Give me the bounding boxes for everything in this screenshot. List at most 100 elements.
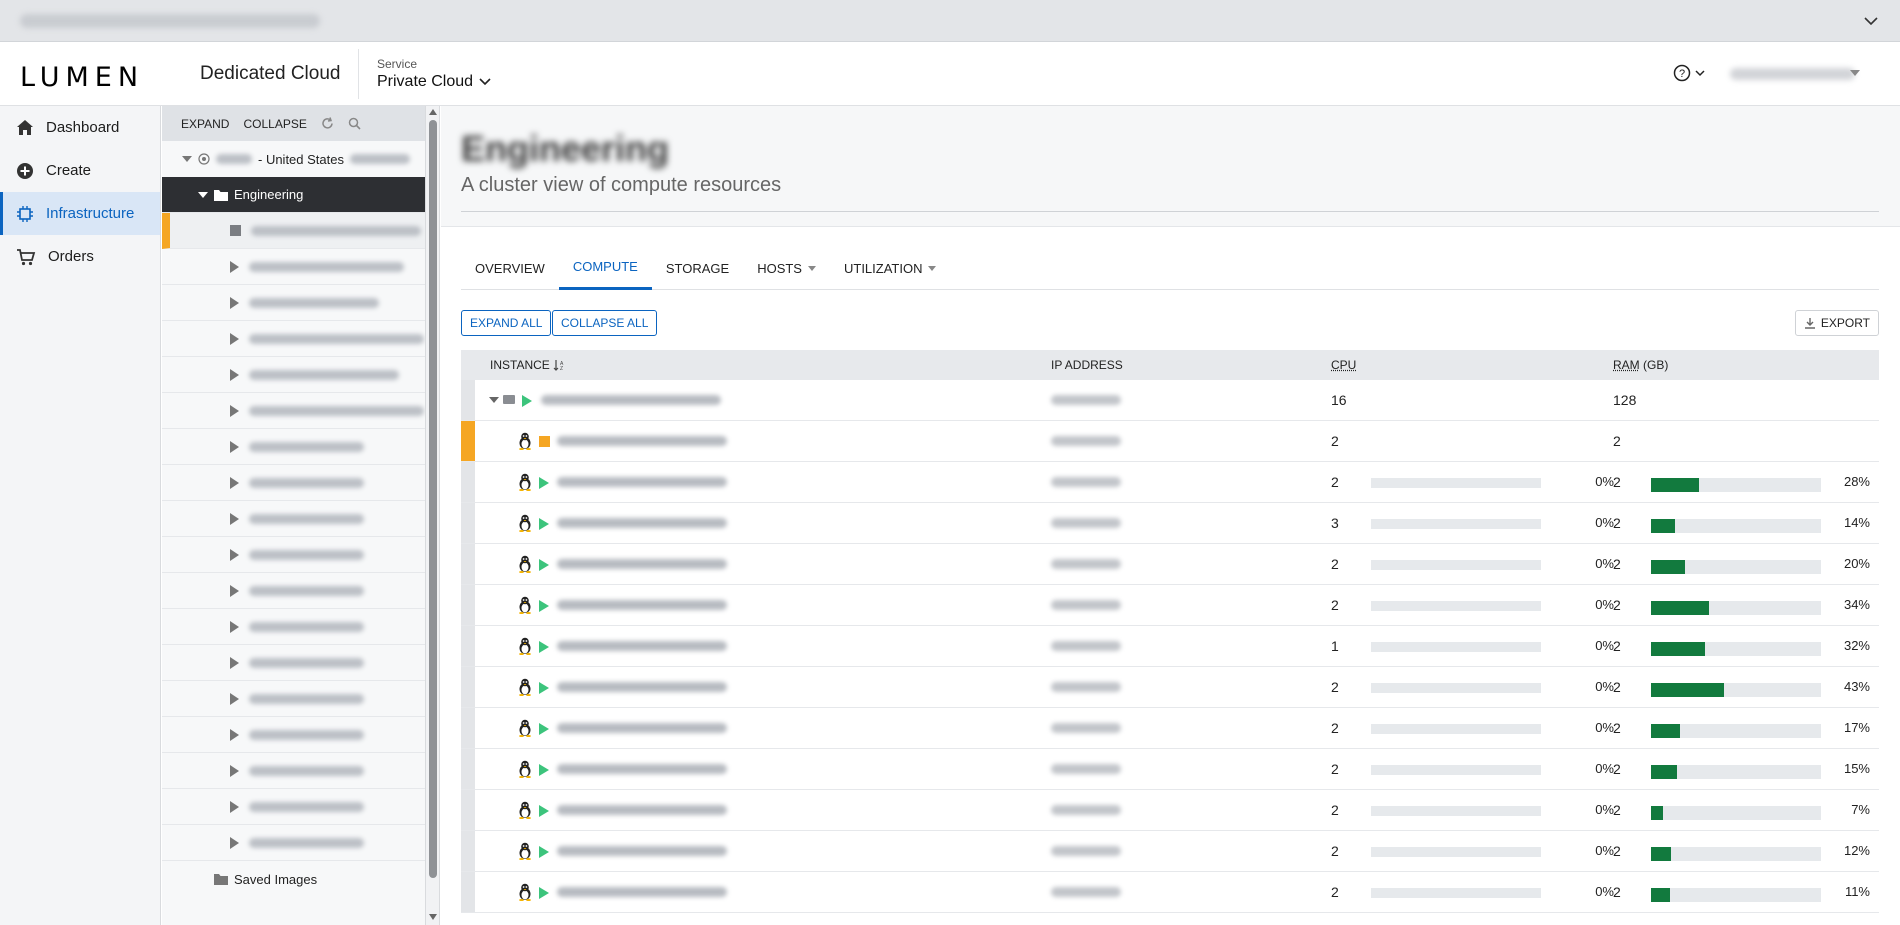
redacted-instance-name	[557, 682, 727, 692]
tab-utilization[interactable]: UTILIZATION	[830, 246, 950, 290]
tree-vm-node[interactable]	[162, 681, 425, 717]
instance-row[interactable]: 2 0% 2 20%	[461, 544, 1879, 585]
instance-row[interactable]: 2 0% 2 15%	[461, 749, 1879, 790]
tree-vm-node[interactable]	[162, 609, 425, 645]
tree-folder-engineering[interactable]: Engineering	[162, 177, 425, 213]
linux-icon	[519, 801, 531, 819]
collapse-all-button[interactable]: COLLAPSE ALL	[552, 310, 658, 336]
user-name-redacted[interactable]	[1730, 68, 1855, 80]
service-value: Private Cloud	[377, 73, 474, 90]
instance-row[interactable]: 2 0% 2 17%	[461, 708, 1879, 749]
tree-vm-node[interactable]	[162, 429, 425, 465]
instance-row[interactable]: 2 0% 2 12%	[461, 831, 1879, 872]
help-menu[interactable]: ?	[1673, 64, 1705, 82]
tree-vm-node[interactable]	[162, 393, 425, 429]
caret-down-icon	[807, 265, 816, 271]
nav-infrastructure[interactable]: Infrastructure	[0, 192, 160, 235]
redacted-instance-name	[557, 764, 727, 774]
host-row[interactable]: 16 128	[461, 380, 1879, 421]
tab-overview[interactable]: OVERVIEW	[461, 246, 559, 290]
redacted-vm-name	[249, 441, 364, 452]
tree-vm-node[interactable]	[162, 825, 425, 861]
tab-hosts[interactable]: HOSTS	[743, 246, 830, 290]
service-selector[interactable]: Service Private Cloud	[358, 49, 498, 99]
running-icon	[539, 887, 549, 899]
column-label: RAM	[1613, 358, 1640, 372]
redacted-ip	[1051, 723, 1121, 733]
tab-compute[interactable]: COMPUTE	[558, 246, 652, 290]
tree-scrollbar[interactable]	[426, 106, 440, 925]
tree-vm-node[interactable]	[162, 465, 425, 501]
tree-vm-node[interactable]	[162, 321, 425, 357]
tree-expand-button[interactable]: EXPAND	[181, 117, 229, 131]
tree-vm-node[interactable]	[162, 573, 425, 609]
chevron-down-icon[interactable]	[1864, 14, 1878, 28]
tree-vm-node[interactable]	[162, 357, 425, 393]
redacted-vm-name	[249, 585, 364, 596]
row-stripe	[461, 585, 475, 625]
instance-row[interactable]: 2 0% 2 43%	[461, 667, 1879, 708]
redacted-text	[350, 154, 410, 164]
ram-usage-bar	[1651, 478, 1821, 492]
instance-row[interactable]: 22	[461, 421, 1879, 462]
tree-root-node[interactable]: - United States	[162, 141, 425, 177]
ram-value: 2	[1613, 679, 1621, 695]
ram-value: 2	[1613, 638, 1621, 654]
cpu-usage-percent: 0%	[1595, 638, 1614, 653]
column-ram[interactable]: RAM (GB)	[1613, 358, 1668, 372]
linux-icon	[519, 760, 531, 778]
ram-usage-bar	[1651, 519, 1821, 533]
export-button[interactable]: EXPORT	[1794, 310, 1879, 336]
column-ip[interactable]: IP ADDRESS	[1051, 358, 1123, 372]
nav-orders[interactable]: Orders	[0, 235, 160, 278]
ram-usage-bar	[1651, 888, 1821, 902]
tab-storage[interactable]: STORAGE	[652, 246, 743, 290]
tree-saved-images[interactable]: Saved Images	[162, 861, 425, 897]
scroll-thumb[interactable]	[429, 120, 437, 878]
nav-create[interactable]: Create	[0, 149, 160, 192]
linux-icon	[519, 883, 531, 901]
lumen-logo[interactable]: LUMEN	[20, 62, 144, 93]
tree-vm-node[interactable]	[162, 249, 425, 285]
tree-vm-node[interactable]	[162, 213, 425, 249]
caret-right-icon	[230, 728, 239, 741]
caret-right-icon	[230, 476, 239, 489]
caret-down-icon[interactable]	[489, 397, 499, 403]
instance-row[interactable]: 2 0% 2 11%	[461, 872, 1879, 913]
instance-row[interactable]: 2 0% 2 7%	[461, 790, 1879, 831]
tree-vm-node[interactable]	[162, 501, 425, 537]
running-icon	[539, 641, 549, 653]
column-instance[interactable]: INSTANCE AZ	[490, 358, 565, 372]
nav-label: Orders	[48, 248, 94, 265]
tree-vm-node[interactable]	[162, 285, 425, 321]
redacted-vm-name	[249, 621, 364, 632]
tree-vm-node[interactable]	[162, 537, 425, 573]
tree-vm-node[interactable]	[162, 645, 425, 681]
instance-row[interactable]: 1 0% 2 32%	[461, 626, 1879, 667]
expand-all-button[interactable]: EXPAND ALL	[461, 310, 552, 336]
scroll-down-icon[interactable]	[429, 914, 437, 920]
refresh-icon[interactable]	[321, 117, 334, 130]
search-icon[interactable]	[348, 117, 361, 130]
nav-dashboard[interactable]: Dashboard	[0, 106, 160, 149]
tree-collapse-button[interactable]: COLLAPSE	[243, 117, 306, 131]
caret-right-icon	[230, 296, 239, 309]
instance-row[interactable]: 3 0% 2 14%	[461, 503, 1879, 544]
instance-row[interactable]: 2 0% 2 28%	[461, 462, 1879, 503]
column-cpu[interactable]: CPU	[1331, 358, 1356, 372]
cpu-value: 2	[1331, 720, 1339, 736]
linux-icon	[519, 637, 531, 655]
tree-vm-node[interactable]	[162, 717, 425, 753]
ram-usage-bar	[1651, 683, 1821, 697]
redacted-vm-name	[249, 405, 424, 416]
tree-vm-node[interactable]	[162, 789, 425, 825]
caret-right-icon	[230, 620, 239, 633]
ram-value: 2	[1613, 802, 1621, 818]
redacted-vm-name	[249, 729, 364, 740]
scroll-up-icon[interactable]	[429, 109, 437, 115]
instance-row[interactable]: 2 0% 2 34%	[461, 585, 1879, 626]
main-content: Engineering A cluster view of compute re…	[441, 106, 1900, 925]
linux-icon	[519, 842, 531, 860]
tree-vm-node[interactable]	[162, 753, 425, 789]
cpu-value: 2	[1331, 597, 1339, 613]
